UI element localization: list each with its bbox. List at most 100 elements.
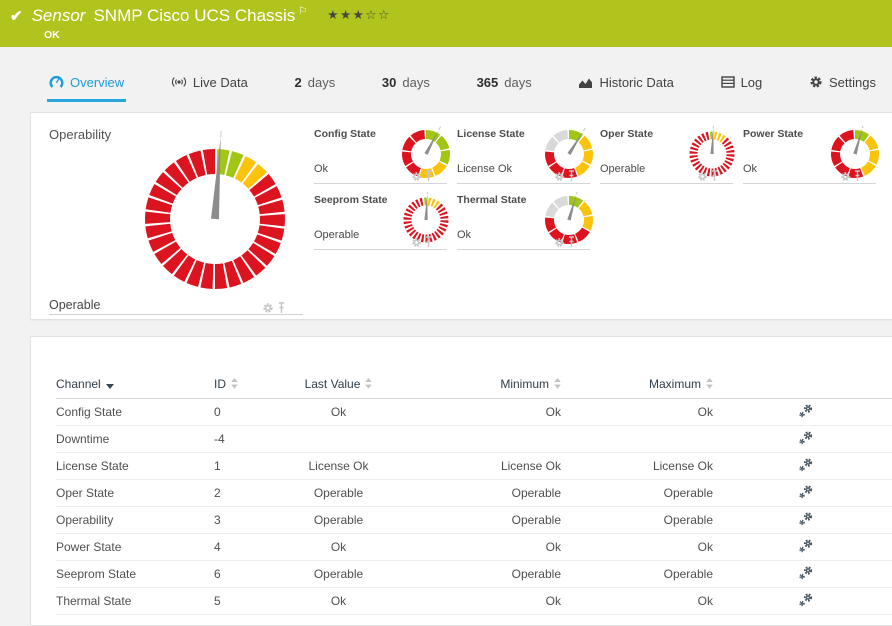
column-header-min[interactable]: Minimum (376, 371, 561, 399)
cell-last: License Ok (301, 453, 376, 480)
gauge-value: Ok (314, 163, 328, 175)
cell-last: Operable (301, 480, 376, 507)
channel-settings-icon[interactable] (798, 462, 814, 476)
gauges-panel: Operability Operable Config StateOkLicen… (30, 112, 892, 320)
cell-max: Ok (561, 588, 713, 615)
table-row[interactable]: Operability3OperableOperableOperable (56, 507, 892, 534)
gear-icon[interactable] (697, 169, 708, 187)
gauge-cell-thermal-state: Thermal StateOk (457, 189, 597, 251)
column-header-max[interactable]: Maximum (561, 371, 713, 399)
sort-icon[interactable] (365, 378, 372, 392)
tab-bar: Overview Live Data 2 days 30days 365days Histo… (0, 62, 882, 102)
channel-settings-icon[interactable] (798, 516, 814, 530)
gauge-value: Ok (457, 229, 471, 241)
channel-settings-icon[interactable] (798, 489, 814, 503)
table-row[interactable]: Thermal State5OkOkOk (56, 588, 892, 615)
channel-settings-icon[interactable] (798, 597, 814, 611)
tab-overview[interactable]: Overview (47, 62, 126, 102)
cell-channel: Downtime (56, 426, 214, 453)
flag-icon[interactable]: ⚐ (298, 6, 307, 17)
pin-icon[interactable] (424, 169, 433, 187)
column-header-actions (713, 371, 892, 399)
tab-log[interactable]: Log (719, 62, 765, 102)
cell-channel: Config State (56, 399, 214, 426)
table-row[interactable]: Config State0OkOkOk (56, 399, 892, 426)
tab-365-days[interactable]: 365days (475, 62, 534, 102)
pin-icon[interactable] (567, 235, 576, 253)
cell-last: Ok (301, 588, 376, 615)
tab-historic-data[interactable]: Historic Data (576, 62, 675, 102)
cell-min: Operable (376, 561, 561, 588)
cell-max: Operable (561, 507, 713, 534)
tab-30-days[interactable]: 30days (380, 62, 432, 102)
cell-channel: Operability (56, 507, 214, 534)
page-title: SNMP Cisco UCS Chassis (93, 6, 295, 26)
cell-id: 4 (214, 534, 301, 561)
table-row[interactable]: Oper State2OperableOperableOperable (56, 480, 892, 507)
table-row[interactable]: License State1License OkLicense OkLicens… (56, 453, 892, 480)
table-row[interactable]: Seeprom State6OperableOperableOperable (56, 561, 892, 588)
gauge-value: Operable (314, 229, 359, 241)
gauge-title: License State (457, 128, 525, 140)
cell-min: Ok (376, 399, 561, 426)
cell-channel: Oper State (56, 480, 214, 507)
column-header-last[interactable]: Last Value (301, 371, 376, 399)
tab-number: 30 (382, 75, 396, 90)
tab-2-days[interactable]: 2 days (293, 62, 338, 102)
gauge-value: License Ok (457, 163, 512, 175)
tab-number: 2 (295, 75, 302, 90)
main-gauge-value: Operable (49, 298, 100, 312)
table-row[interactable]: Downtime-4 (56, 426, 892, 453)
pin-icon[interactable] (424, 235, 433, 253)
sort-icon[interactable] (231, 378, 238, 392)
cell-channel: Thermal State (56, 588, 214, 615)
sensor-word: Sensor (32, 6, 86, 26)
gear-icon[interactable] (411, 169, 422, 187)
cell-last: Ok (301, 534, 376, 561)
cell-id: 6 (214, 561, 301, 588)
tab-live-data[interactable]: Live Data (169, 62, 250, 102)
gauge-value: Ok (743, 163, 757, 175)
cell-max: Ok (561, 534, 713, 561)
column-label: Minimum (500, 377, 549, 391)
cell-max (561, 426, 713, 453)
sort-icon[interactable] (706, 378, 713, 392)
cell-min: Operable (376, 480, 561, 507)
gauge-title: Oper State (600, 128, 653, 140)
pin-icon[interactable] (567, 169, 576, 187)
channel-settings-icon[interactable] (798, 543, 814, 557)
sort-desc-icon[interactable] (106, 378, 114, 392)
gauge-cell-seeprom-state: Seeprom StateOperable (314, 189, 454, 251)
gear-icon[interactable] (554, 235, 565, 253)
tab-settings[interactable]: Settings (807, 62, 878, 102)
channel-settings-icon[interactable] (798, 435, 814, 449)
sensor-status-bar: ✔ Sensor SNMP Cisco UCS Chassis ⚐ ★★★☆☆ … (0, 0, 892, 47)
gauge-cell-license-state: License State License Ok (457, 123, 597, 185)
cell-max: Ok (561, 399, 713, 426)
status-badge: OK (44, 29, 60, 41)
gear-icon[interactable] (411, 235, 422, 253)
column-label: ID (214, 377, 226, 391)
gear-icon (809, 75, 823, 89)
table-row[interactable]: Power State4OkOkOk (56, 534, 892, 561)
pin-icon[interactable] (277, 301, 286, 319)
sort-icon[interactable] (554, 378, 561, 392)
gear-icon[interactable] (554, 169, 565, 187)
channel-settings-icon[interactable] (798, 408, 814, 422)
pin-icon[interactable] (853, 169, 862, 187)
tab-label: days (308, 75, 335, 90)
cell-id: 5 (214, 588, 301, 615)
gear-icon[interactable] (840, 169, 851, 187)
channel-settings-icon[interactable] (798, 570, 814, 584)
tab-label: Log (741, 75, 763, 90)
column-header-channel[interactable]: Channel (56, 371, 214, 399)
column-header-id[interactable]: ID (214, 371, 301, 399)
cell-max: License Ok (561, 453, 713, 480)
column-label: Channel (56, 377, 101, 391)
tab-label: Overview (70, 75, 124, 90)
cell-min: Ok (376, 588, 561, 615)
gear-icon[interactable] (262, 301, 274, 319)
cell-min: Ok (376, 534, 561, 561)
pin-icon[interactable] (710, 169, 719, 187)
priority-stars[interactable]: ★★★☆☆ (327, 7, 391, 22)
